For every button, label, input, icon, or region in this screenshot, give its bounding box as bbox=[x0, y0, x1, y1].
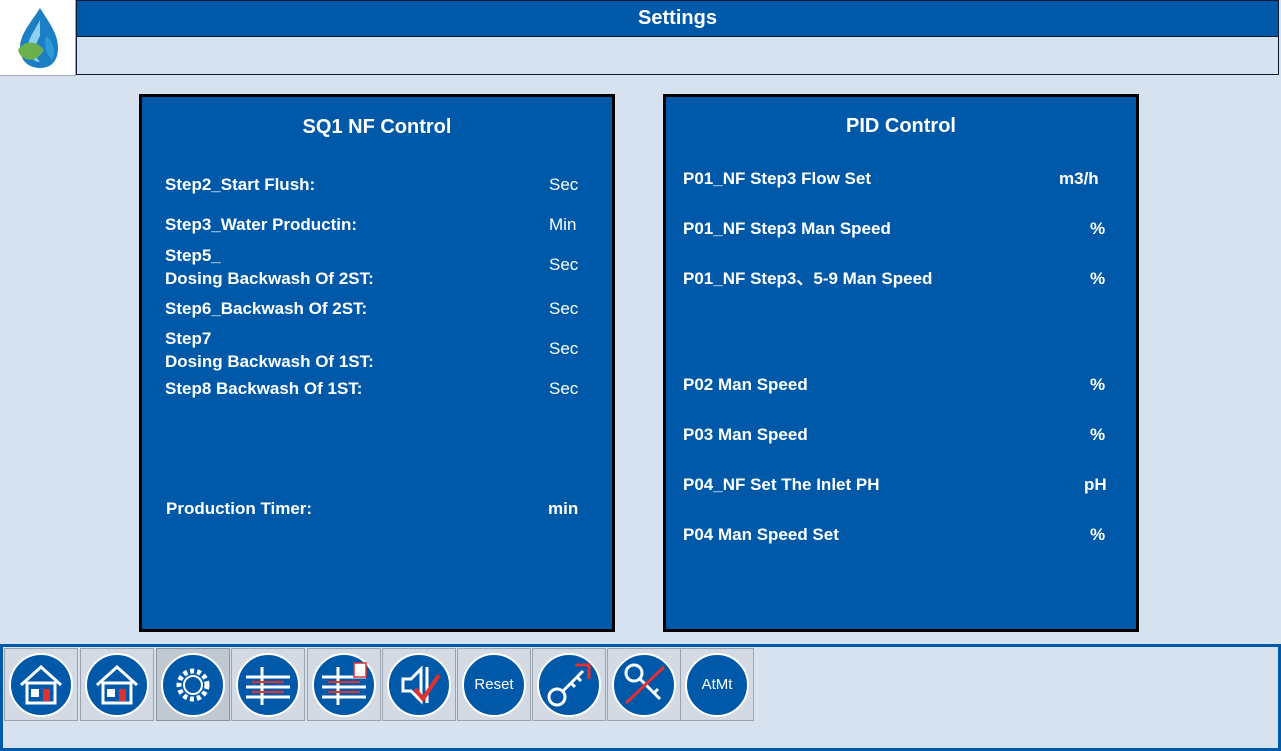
setting-label: Step5_ bbox=[165, 246, 221, 265]
pid-unit: % bbox=[1090, 269, 1106, 288]
setting-unit: Sec bbox=[549, 339, 579, 358]
pid-label: P01_NF Step3 Flow Set bbox=[683, 169, 871, 188]
pid-unit: % bbox=[1090, 525, 1106, 544]
pid-label: P01_NF Step3、5-9 Man Speed bbox=[683, 269, 933, 288]
setting-label: Step8 Backwash Of 1ST: bbox=[165, 379, 363, 398]
setting-label: Step3_Water Productin: bbox=[165, 215, 358, 234]
atmt-label: AtMt bbox=[685, 652, 749, 717]
setting-label: Step6_Backwash Of 2ST: bbox=[165, 299, 368, 318]
pipes-document-button[interactable] bbox=[307, 648, 381, 721]
setting-label: Step7 bbox=[165, 329, 212, 348]
settings-button[interactable] bbox=[156, 648, 230, 721]
setting-label-line2: Dosing Backwash Of 2ST: bbox=[165, 269, 374, 288]
production-timer-label: Production Timer: bbox=[166, 499, 313, 518]
home-button[interactable] bbox=[4, 648, 78, 721]
setting-unit: Sec bbox=[549, 299, 579, 318]
pid-unit: % bbox=[1090, 425, 1106, 444]
alarm-acknowledge-button[interactable] bbox=[382, 648, 456, 721]
speaker-check-icon bbox=[401, 664, 441, 705]
key-icon bbox=[547, 663, 591, 706]
pid-label: P04_NF Set The Inlet PH bbox=[683, 475, 880, 494]
pipes-button[interactable] bbox=[231, 648, 305, 721]
reset-button[interactable]: Reset bbox=[457, 648, 531, 721]
pid-label: P01_NF Step3 Man Speed bbox=[683, 219, 891, 238]
logo bbox=[0, 0, 76, 76]
setting-unit: Sec bbox=[549, 379, 579, 398]
reset-label: Reset bbox=[462, 652, 526, 717]
setting-label-line2: Dosing Backwash Of 1ST: bbox=[165, 352, 374, 371]
pid-label: P03 Man Speed bbox=[683, 425, 808, 444]
home-alt-button[interactable] bbox=[80, 648, 154, 721]
setting-unit: Sec bbox=[549, 175, 579, 194]
production-timer-unit: min bbox=[548, 499, 579, 518]
setting-unit: Sec bbox=[549, 255, 579, 274]
home-icon bbox=[19, 664, 63, 704]
pid-label: P02 Man Speed bbox=[683, 375, 808, 394]
auto-manual-button[interactable]: AtMt bbox=[680, 648, 754, 721]
message-bar bbox=[76, 37, 1279, 75]
page-title: Settings bbox=[638, 7, 717, 29]
logout-button[interactable] bbox=[607, 648, 681, 721]
key-off-icon bbox=[624, 663, 666, 704]
pid-unit: pH bbox=[1084, 475, 1107, 494]
pid-control-panel: PID Control P01_NF Step3 Flow Set m3/h P… bbox=[663, 94, 1139, 632]
gear-icon bbox=[176, 668, 210, 701]
pid-unit: % bbox=[1090, 219, 1106, 238]
water-drop-logo-icon bbox=[17, 7, 58, 68]
pid-label: P04 Man Speed Set bbox=[683, 525, 839, 544]
pipes-doc-icon bbox=[322, 661, 367, 705]
setting-unit: Min bbox=[549, 215, 577, 234]
panel-title: SQ1 NF Control bbox=[302, 116, 452, 138]
sq1-nf-control-panel: SQ1 NF Control Step2_Start Flush: Sec St… bbox=[139, 94, 615, 632]
page-title-bar: Settings bbox=[76, 0, 1279, 37]
setting-label: Step2_Start Flush: bbox=[165, 175, 316, 194]
home-icon bbox=[95, 664, 139, 704]
login-button[interactable] bbox=[532, 648, 606, 721]
pid-unit: % bbox=[1090, 375, 1106, 394]
pid-unit: m3/h bbox=[1059, 169, 1099, 188]
pipes-icon bbox=[246, 666, 290, 705]
panel-title: PID Control bbox=[846, 115, 956, 137]
